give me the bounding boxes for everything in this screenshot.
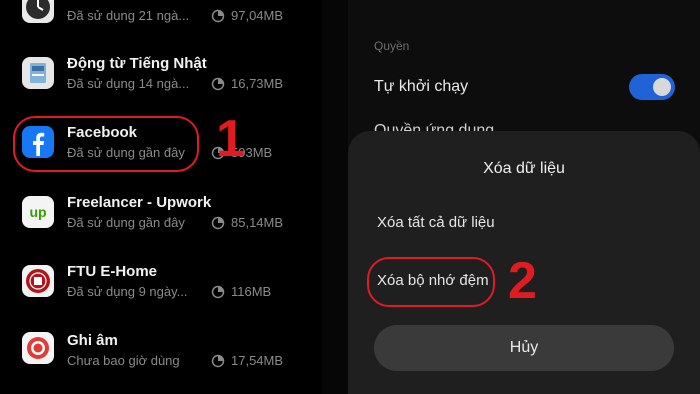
- list-item[interactable]: up Freelancer - Upwork Đã sử dụng gần đâ…: [0, 182, 322, 252]
- step-number-2: 2: [508, 252, 537, 310]
- section-label: Quyền: [374, 39, 410, 53]
- step-number-1: 1: [216, 110, 245, 168]
- app-usage: Đã sử dụng 9 ngày...: [67, 284, 188, 299]
- cancel-button[interactable]: Hủy: [374, 325, 674, 371]
- app-storage: 116MB: [211, 284, 271, 299]
- storage-icon: [211, 285, 225, 298]
- autostart-toggle[interactable]: [629, 74, 675, 100]
- upwork-icon: up: [22, 196, 54, 228]
- app-name: Ghi âm: [67, 332, 118, 349]
- app-usage: Đã sử dụng 21 ngà...: [67, 8, 190, 23]
- app-usage: Đã sử dụng gần đây: [67, 215, 185, 230]
- clock-icon: [22, 0, 54, 23]
- autostart-label: Tự khởi chạy: [374, 78, 469, 95]
- clear-data-dialog: Xóa dữ liệu Xóa tất cả dữ liệu Xóa bộ nh…: [348, 131, 700, 394]
- app-name: FTU E-Home: [67, 263, 157, 280]
- storage-icon: [211, 354, 225, 367]
- toggle-knob: [653, 78, 671, 96]
- app-name: Freelancer - Upwork: [67, 194, 212, 211]
- app-storage: 17,54MB: [211, 353, 283, 368]
- clear-all-data-option[interactable]: Xóa tất cả dữ liệu: [377, 214, 495, 231]
- app-storage: 16,73MB: [211, 76, 283, 91]
- app-usage: Đã sử dụng 14 ngà...: [67, 76, 190, 91]
- book-icon: [22, 57, 54, 89]
- app-list: Đã sử dụng 21 ngà... 97,04MB Động từ Tiế…: [0, 0, 322, 394]
- dialog-title: Xóa dữ liệu: [483, 160, 565, 177]
- ftu-logo-icon: [22, 265, 54, 297]
- svg-text:up: up: [29, 204, 46, 220]
- facebook-highlight: [13, 116, 199, 172]
- app-name: Động từ Tiếng Nhật: [67, 55, 207, 72]
- list-item[interactable]: Động từ Tiếng Nhật Đã sử dụng 14 ngà... …: [0, 43, 322, 113]
- list-item[interactable]: Đã sử dụng 21 ngà... 97,04MB: [0, 0, 322, 42]
- storage-icon: [211, 216, 225, 229]
- app-storage: 85,14MB: [211, 215, 283, 230]
- panel-divider: [322, 0, 348, 394]
- app-usage: Chưa bao giờ dùng: [67, 353, 180, 368]
- app-storage: 97,04MB: [211, 8, 283, 23]
- storage-icon: [211, 77, 225, 90]
- list-item[interactable]: FTU E-Home Đã sử dụng 9 ngày... 116MB: [0, 251, 322, 321]
- storage-icon: [211, 9, 225, 22]
- clear-cache-highlight: [367, 257, 495, 307]
- list-item[interactable]: Ghi âm Chưa bao giờ dùng 17,54MB: [0, 318, 322, 388]
- recorder-icon: [22, 332, 54, 364]
